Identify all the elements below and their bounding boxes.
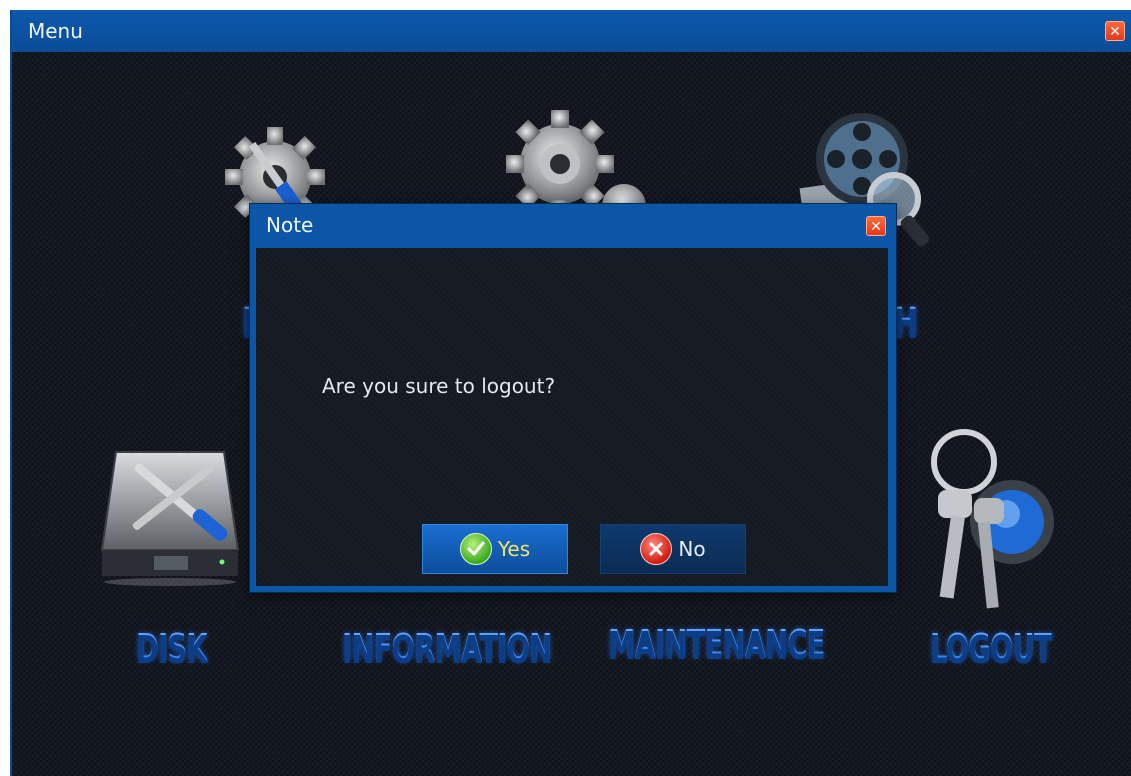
window-close-button[interactable]: ✕ (1105, 21, 1125, 41)
cross-icon (640, 533, 673, 565)
no-button-label: No (678, 537, 706, 561)
menu-label-hidden-right-fragment: H (894, 300, 918, 346)
logout-keys-icon[interactable] (908, 422, 1068, 612)
menu-label-information[interactable]: INFORMATION (342, 626, 552, 670)
dialog-titlebar: Note (250, 204, 896, 244)
menu-label-disk[interactable]: DISK (136, 626, 208, 670)
window-title: Menu (28, 19, 83, 43)
yes-button[interactable]: Yes (422, 524, 568, 574)
window-titlebar: Menu ✕ (12, 10, 1131, 52)
disk-icon[interactable] (94, 438, 246, 588)
dialog-close-button[interactable]: ✕ (866, 216, 886, 236)
menu-label-maintenance[interactable]: MAINTENANCE (608, 622, 825, 666)
checkmark-icon (459, 533, 492, 565)
dialog-message: Are you sure to logout? (322, 374, 556, 398)
yes-button-label: Yes (497, 537, 531, 561)
dialog-body: Are you sure to logout? Yes No (256, 248, 888, 586)
menu-label-logout[interactable]: LOGOUT (930, 626, 1053, 670)
note-dialog: Note ✕ Are you sure to logout? Yes No (250, 204, 896, 592)
no-button[interactable]: No (600, 524, 746, 574)
dialog-title: Note (266, 213, 314, 237)
